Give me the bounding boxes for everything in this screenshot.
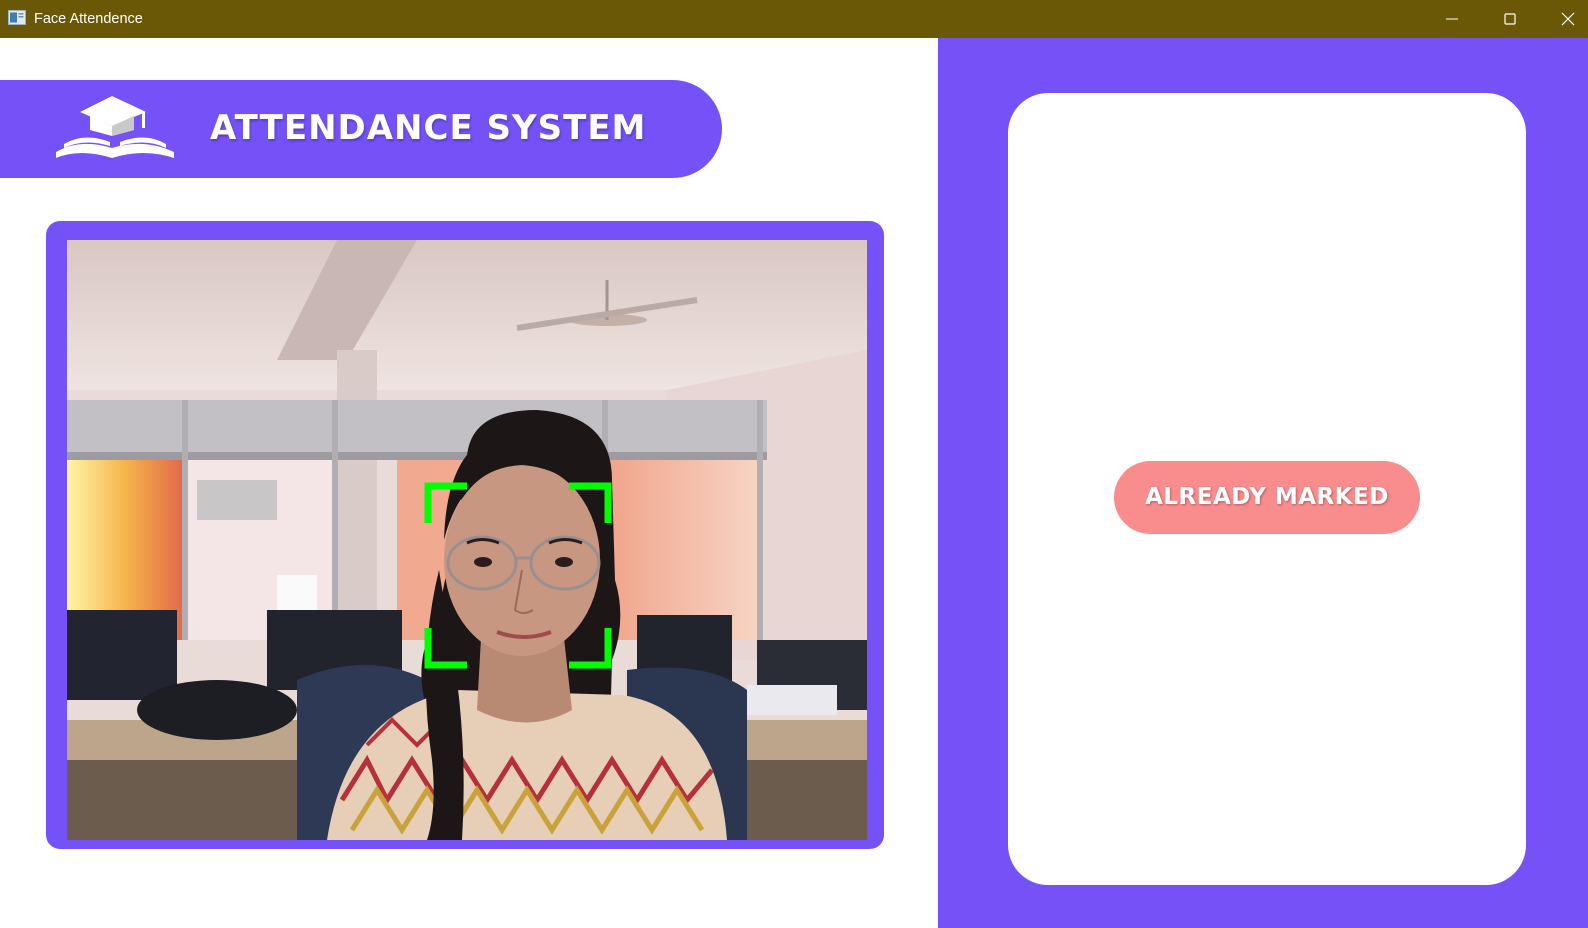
- minimize-button[interactable]: [1423, 0, 1481, 38]
- close-icon: [1561, 12, 1575, 26]
- title-bar: Face Attendence: [0, 0, 1588, 38]
- page-title: ATTENDANCE SYSTEM: [210, 108, 647, 148]
- header-banner: ATTENDANCE SYSTEM: [0, 80, 722, 178]
- graduation-cap-book-icon: [50, 94, 180, 166]
- right-panel: ALREADY MARKED: [938, 38, 1588, 928]
- window-title: Face Attendence: [34, 11, 143, 27]
- main-content: ATTENDANCE SYSTEM ALREADY MARKED: [0, 38, 1588, 928]
- minimize-icon: [1446, 18, 1458, 20]
- status-badge: ALREADY MARKED: [1114, 461, 1420, 534]
- maximize-icon: [1504, 13, 1516, 25]
- maximize-button[interactable]: [1481, 0, 1539, 38]
- close-button[interactable]: [1539, 0, 1588, 38]
- camera-feed: [67, 240, 867, 840]
- student-info-card: ALREADY MARKED: [1008, 93, 1526, 885]
- app-icon: [8, 10, 26, 25]
